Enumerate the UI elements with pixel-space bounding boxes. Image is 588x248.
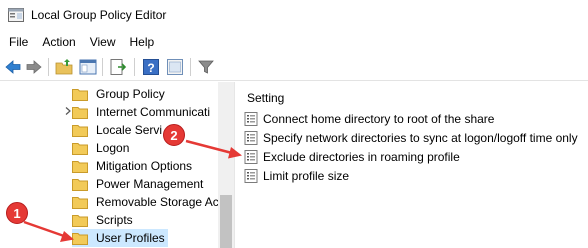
tree-item-label: Removable Storage Ac <box>96 195 219 209</box>
filter-icon[interactable] <box>197 58 215 76</box>
folder-icon <box>72 214 88 227</box>
tree-scrollbar-thumb[interactable] <box>220 195 232 248</box>
title-bar: Local Group Policy Editor <box>0 0 588 31</box>
svg-text:?: ? <box>147 61 154 75</box>
menu-file[interactable]: File <box>2 32 35 52</box>
tree-item-mitigation-options[interactable]: Mitigation Options <box>72 157 195 175</box>
tree-item-user-profiles[interactable]: User Profiles <box>72 229 168 247</box>
annotation-badge-2: 2 <box>163 124 185 146</box>
folder-icon <box>72 232 88 245</box>
setting-row-label: Connect home directory to root of the sh… <box>263 111 495 126</box>
setting-row-label: Specify network directories to sync at l… <box>263 130 578 145</box>
policy-setting-icon <box>244 149 258 164</box>
folder-icon <box>72 160 88 173</box>
toolbar-separator <box>48 58 49 76</box>
toolbar-separator <box>134 58 135 76</box>
folder-icon <box>72 196 88 209</box>
tree-item-label: Locale Servi <box>96 123 163 137</box>
tree-item-label: User Profiles <box>96 231 165 245</box>
toolbar: ? <box>0 53 588 81</box>
forward-icon[interactable] <box>25 58 43 76</box>
annotation-badge-1: 1 <box>6 202 28 224</box>
folder-icon <box>72 124 88 137</box>
show-hide-tree-icon[interactable] <box>79 58 97 76</box>
menu-action[interactable]: Action <box>35 32 82 52</box>
folder-icon <box>72 106 88 119</box>
help-icon[interactable]: ? <box>142 58 160 76</box>
policy-setting-icon <box>244 168 258 183</box>
setting-column-header[interactable]: Setting <box>247 91 284 105</box>
tree-item-label: Internet Communicati <box>96 105 211 119</box>
tree-item-group-policy[interactable]: Group Policy <box>72 85 168 103</box>
tree-item-label: Group Policy <box>96 87 165 101</box>
folder-icon <box>72 142 88 155</box>
tree-item-internet-communication[interactable]: Internet Communicati <box>72 103 213 121</box>
group-policy-app-icon <box>8 8 24 22</box>
policy-setting-icon <box>244 130 258 145</box>
setting-row-exclude-directories[interactable]: Exclude directories in roaming profile <box>244 147 460 166</box>
menu-view[interactable]: View <box>83 32 123 52</box>
tree-item-label: Power Management <box>96 177 204 191</box>
tree-item-label: Scripts <box>96 213 133 227</box>
tree-item-label: Logon <box>96 141 130 155</box>
tree-item-logon[interactable]: Logon <box>72 139 132 157</box>
setting-row-connect-home-directory[interactable]: Connect home directory to root of the sh… <box>244 109 494 128</box>
setting-row-limit-profile-size[interactable]: Limit profile size <box>244 166 349 185</box>
back-icon[interactable] <box>4 58 22 76</box>
folder-icon <box>72 178 88 191</box>
toolbar-separator <box>102 58 103 76</box>
setting-row-specify-network-directories[interactable]: Specify network directories to sync at l… <box>244 128 578 147</box>
export-list-icon[interactable] <box>109 58 127 76</box>
properties-icon[interactable] <box>166 58 184 76</box>
tree-item-power-management[interactable]: Power Management <box>72 175 206 193</box>
tree-item-scripts[interactable]: Scripts <box>72 211 136 229</box>
toolbar-separator <box>190 58 191 76</box>
window-title: Local Group Policy Editor <box>31 8 167 22</box>
setting-row-label: Limit profile size <box>263 168 350 183</box>
menu-help[interactable]: Help <box>123 32 162 52</box>
tree-item-locale-services[interactable]: Locale Servi <box>72 121 165 139</box>
tree-item-removable-storage-access[interactable]: Removable Storage Ac <box>72 193 222 211</box>
setting-row-label: Exclude directories in roaming profile <box>263 149 460 164</box>
menu-bar: File Action View Help <box>0 31 588 53</box>
policy-setting-icon <box>244 111 258 126</box>
folder-icon <box>72 88 88 101</box>
up-folder-icon[interactable] <box>55 58 73 76</box>
settings-pane: Setting Connect home directory to root o… <box>240 82 588 248</box>
chevron-right-icon[interactable] <box>64 107 72 115</box>
tree-item-label: Mitigation Options <box>96 159 193 173</box>
